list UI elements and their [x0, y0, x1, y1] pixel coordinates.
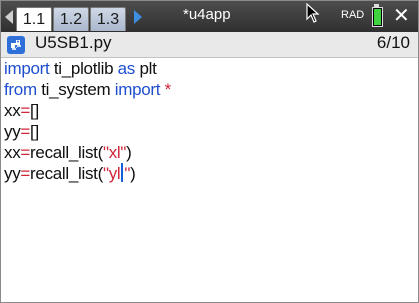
close-paren: ) — [130, 164, 136, 183]
file-header: U5SB1.py 6/10 — [1, 32, 418, 58]
keyword: as — [117, 59, 136, 78]
tab-1-1[interactable]: 1.1 — [16, 7, 52, 31]
line-indicator: 6/10 — [376, 33, 410, 52]
close-icon[interactable]: ✕ — [393, 6, 410, 26]
code-line-2[interactable]: from ti_system import * — [4, 79, 171, 101]
code-line-4[interactable]: yy=[] — [4, 121, 39, 143]
string-literal: "yl — [102, 164, 121, 183]
operator: = — [20, 164, 31, 183]
tab-bar: 1.1 1.2 1.3 *u4app RAD ✕ — [1, 1, 418, 32]
calculator-screen: 1.1 1.2 1.3 *u4app RAD ✕ U5SB1.py 6/10 i… — [0, 0, 419, 303]
keyword: import — [114, 80, 161, 99]
operator: = — [20, 122, 31, 141]
keyword: from — [4, 80, 37, 99]
module-name: ti_plotlib — [49, 59, 118, 78]
alias-name: plt — [135, 59, 157, 78]
code-line-1[interactable]: import ti_plotlib as plt — [4, 58, 157, 80]
python-icon — [7, 36, 25, 54]
mouse-pointer-icon — [306, 3, 320, 23]
code-line-5[interactable]: xx=recall_list("xl") — [4, 142, 132, 164]
variable: xx — [4, 143, 21, 162]
module-name: ti_system — [36, 80, 115, 99]
function-call: recall_list( — [30, 164, 103, 183]
variable: yy — [4, 122, 21, 141]
code-line-3[interactable]: xx=[] — [4, 100, 39, 122]
tab-1-2[interactable]: 1.2 — [53, 7, 89, 31]
function-call: recall_list( — [30, 143, 103, 162]
document-title: *u4app — [183, 6, 231, 23]
close-paren: ) — [126, 143, 132, 162]
operator: = — [20, 143, 31, 162]
file-name: U5SB1.py — [35, 33, 112, 52]
list-literal: [] — [30, 122, 39, 141]
tab-1-3[interactable]: 1.3 — [90, 7, 126, 31]
variable: yy — [4, 164, 21, 183]
operator: = — [20, 101, 31, 120]
scroll-left-arrow-icon[interactable] — [5, 10, 13, 24]
string-literal: "xl" — [102, 143, 127, 162]
code-editor[interactable]: import ti_plotlib as plt from ti_system … — [1, 58, 418, 302]
keyword: import — [4, 59, 50, 78]
variable: xx — [4, 101, 21, 120]
battery-icon — [372, 7, 383, 27]
angle-mode-indicator: RAD — [341, 9, 365, 21]
list-literal: [] — [30, 101, 39, 120]
battery-level — [374, 9, 381, 25]
code-line-6[interactable]: yy=recall_list("yl ") — [4, 163, 136, 185]
wildcard: * — [160, 80, 172, 99]
scroll-right-arrow-icon[interactable] — [134, 10, 142, 24]
